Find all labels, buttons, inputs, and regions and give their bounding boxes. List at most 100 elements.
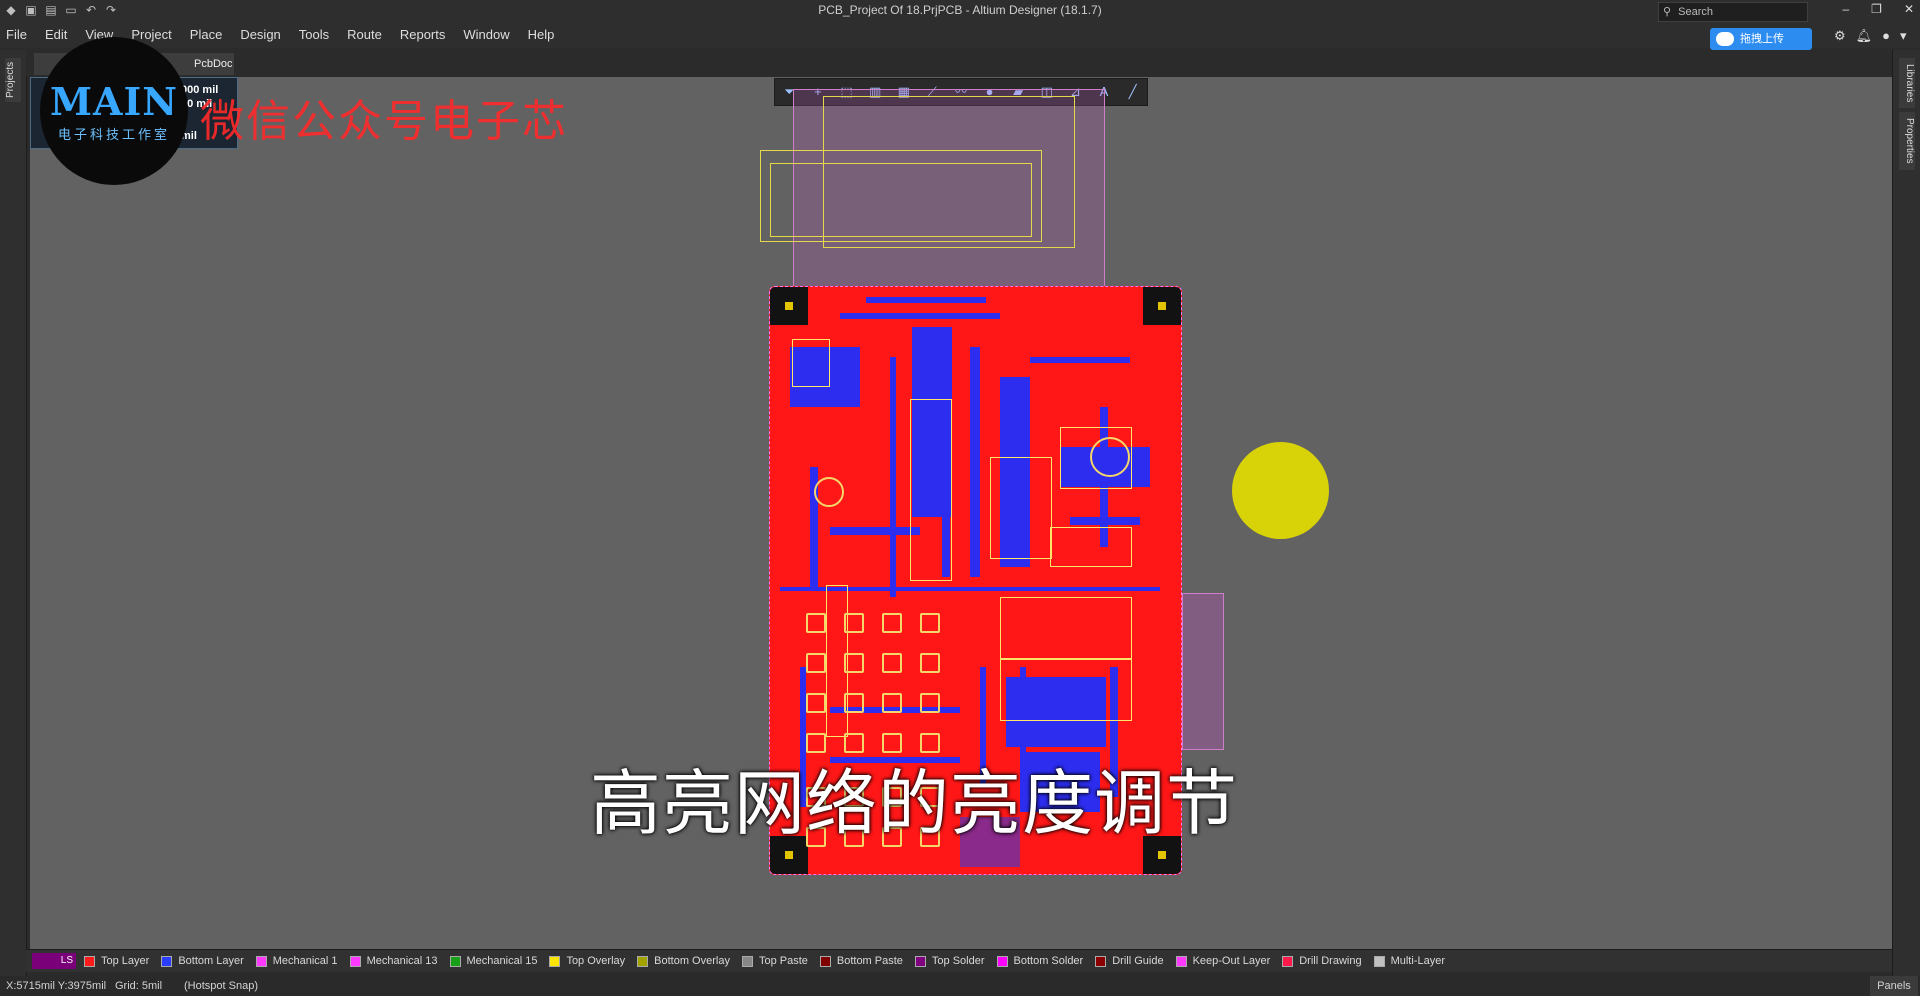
component-silk <box>1050 527 1132 567</box>
menu-design[interactable]: Design <box>240 27 280 42</box>
chevron-down-icon[interactable]: ▾ <box>1900 28 1907 44</box>
layer-swatch <box>819 955 831 967</box>
layer-swatch <box>449 955 461 967</box>
layer-label: Bottom Overlay <box>654 955 730 967</box>
side-mechanical-outline <box>1182 593 1224 750</box>
layer-set-button[interactable]: LS <box>32 953 76 969</box>
mounting-hole <box>770 287 808 325</box>
cloud-icon <box>1716 32 1734 46</box>
right-tools: ⚙ 🔔︎ ● ▾ <box>1834 28 1907 44</box>
button-pad <box>806 613 826 633</box>
line-icon[interactable]: ╱ <box>1124 83 1142 101</box>
layer-tab[interactable]: Bottom Layer <box>161 955 244 967</box>
layer-label: Drill Drawing <box>1299 955 1362 967</box>
title-bar: ◆ ▣ ▤ ▭ ↶ ↷ PCB_Project Of 18.PrjPCB - A… <box>0 0 1920 23</box>
layer-tab[interactable]: Bottom Paste <box>819 955 903 967</box>
layer-label: Top Paste <box>758 955 808 967</box>
layer-tab[interactable]: Top Paste <box>741 955 808 967</box>
layer-swatch <box>637 955 649 967</box>
menu-help[interactable]: Help <box>528 27 555 42</box>
close-icon[interactable]: ✕ <box>1904 2 1914 16</box>
trace <box>970 347 980 577</box>
menu-place[interactable]: Place <box>190 27 223 42</box>
layer-tab[interactable]: Multi-Layer <box>1373 955 1445 967</box>
layer-swatch <box>84 955 95 967</box>
search-placeholder: Search <box>1678 6 1713 18</box>
panels-button[interactable]: Panels <box>1870 976 1918 996</box>
cursor-coordinates: X:5715mil Y:3975mil <box>6 980 107 992</box>
layer-swatch <box>255 955 267 967</box>
layer-swatch <box>161 955 173 967</box>
layer-label: Top Solder <box>931 955 985 967</box>
layer-swatch <box>349 955 361 967</box>
layer-swatch <box>549 955 561 967</box>
layer-tab[interactable]: Mechanical 1 <box>255 955 338 967</box>
menu-reports[interactable]: Reports <box>400 27 446 42</box>
left-panel-strip: Projects <box>0 50 27 976</box>
layer-label: Bottom Paste <box>836 955 903 967</box>
component-silk <box>1000 597 1132 659</box>
minimize-icon[interactable]: – <box>1842 2 1849 16</box>
overlay-outline-inner <box>770 163 1032 237</box>
window-controls: – ❐ ✕ <box>1842 2 1914 16</box>
trace <box>890 357 896 597</box>
buzzer-pad <box>814 477 844 507</box>
bell-icon[interactable]: 🔔︎ <box>1856 28 1873 44</box>
layer-swatch <box>914 955 926 967</box>
document-tabs: PcbDoc <box>26 50 1892 76</box>
logo-main-text: MAIN <box>49 79 179 124</box>
button-pad <box>844 653 864 673</box>
upload-button[interactable]: 拖拽上传 <box>1710 28 1812 50</box>
status-bar: X:5715mil Y:3975mil Grid: 5mil (Hotspot … <box>0 976 1920 996</box>
libraries-panel-tab[interactable]: Libraries <box>1899 58 1915 108</box>
layer-tab[interactable]: Bottom Solder <box>996 955 1083 967</box>
layer-label: Multi-Layer <box>1390 955 1445 967</box>
menu-file[interactable]: File <box>6 27 27 42</box>
layer-label: Drill Guide <box>1112 955 1164 967</box>
properties-panel-tab[interactable]: Properties <box>1899 112 1915 170</box>
button-pad <box>806 653 826 673</box>
menu-window[interactable]: Window <box>463 27 509 42</box>
component-silk <box>1000 659 1132 721</box>
projects-panel-tab[interactable]: Projects <box>5 58 21 102</box>
layer-tab[interactable]: Bottom Overlay <box>637 955 730 967</box>
menu-edit[interactable]: Edit <box>45 27 67 42</box>
window-title: PCB_Project Of 18.PrjPCB - Altium Design… <box>818 3 1102 17</box>
menu-project[interactable]: Project <box>131 27 171 42</box>
search-box[interactable]: ⚲ Search <box>1658 2 1808 22</box>
button-pad <box>882 693 902 713</box>
gear-icon[interactable]: ⚙ <box>1834 28 1846 44</box>
component-silk <box>792 339 830 387</box>
upload-label: 拖拽上传 <box>1740 33 1784 45</box>
grid-size: Grid: 5mil <box>115 980 163 992</box>
layer-swatch <box>1175 955 1187 967</box>
button-pad <box>920 653 940 673</box>
main-menu: File Edit View Project Place Design Tool… <box>6 27 554 42</box>
layer-swatch <box>1095 955 1107 967</box>
button-pad <box>844 693 864 713</box>
layer-tabs: LS Top Layer Bottom Layer Mechanical 1 M… <box>26 949 1892 972</box>
trace <box>830 527 920 535</box>
layer-tab[interactable]: Mechanical 15 <box>449 955 537 967</box>
layer-tab[interactable]: Top Overlay <box>549 955 625 967</box>
button-pad <box>882 653 902 673</box>
layer-label: Bottom Layer <box>178 955 244 967</box>
layer-tab[interactable]: Top Layer <box>84 955 149 967</box>
menu-tools[interactable]: Tools <box>299 27 329 42</box>
layer-label: Top Layer <box>101 955 150 967</box>
cursor-highlight <box>1232 442 1329 539</box>
layer-tab[interactable]: Mechanical 13 <box>349 955 438 967</box>
menu-bar: File Edit View Project Place Design Tool… <box>0 22 1920 48</box>
user-icon[interactable]: ● <box>1882 28 1890 44</box>
trace <box>866 297 986 303</box>
layer-tab[interactable]: Drill Drawing <box>1282 955 1362 967</box>
battery-pad <box>1090 437 1130 477</box>
layer-tab[interactable]: Drill Guide <box>1095 955 1164 967</box>
menu-route[interactable]: Route <box>347 27 382 42</box>
layer-tab[interactable]: Keep-Out Layer <box>1175 955 1270 967</box>
trace <box>1030 357 1130 363</box>
layer-swatch <box>1282 955 1294 967</box>
restore-icon[interactable]: ❐ <box>1871 2 1882 16</box>
wechat-watermark: 微信公众号电子芯 <box>200 96 568 147</box>
layer-tab[interactable]: Top Solder <box>914 955 985 967</box>
